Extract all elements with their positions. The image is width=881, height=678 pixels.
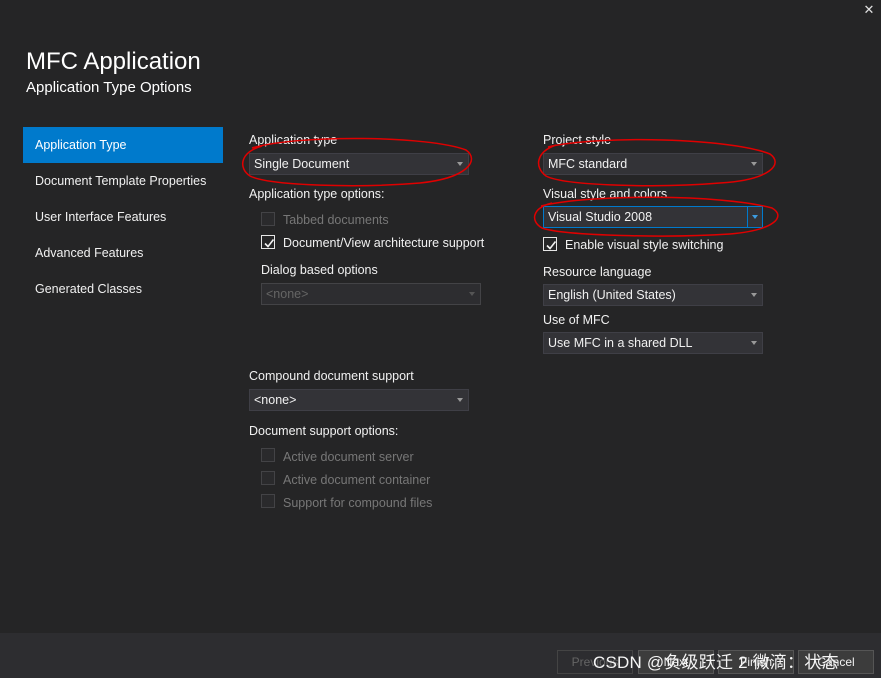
compound-document-support-select[interactable]: <none> (249, 389, 469, 411)
chevron-down-icon (751, 341, 757, 345)
application-type-value: Single Document (254, 157, 350, 171)
close-icon[interactable]: ✕ (861, 2, 877, 18)
chevron-down-icon (751, 293, 757, 297)
active-document-server-label: Active document server (283, 450, 414, 464)
nav-item-application-type[interactable]: Application Type (23, 127, 223, 163)
chevron-down-icon (752, 215, 758, 219)
application-type-label: Application type (249, 133, 338, 147)
page-subtitle: Application Type Options (26, 79, 192, 96)
active-document-server-checkbox[interactable] (261, 448, 275, 462)
enable-visual-style-switching-label: Enable visual style switching (565, 238, 724, 252)
chevron-down-icon (457, 162, 463, 166)
visual-style-select[interactable]: Visual Studio 2008 (543, 206, 763, 228)
chevron-down-icon (751, 162, 757, 166)
use-of-mfc-label: Use of MFC (543, 313, 610, 327)
dialog-based-options-label: Dialog based options (261, 263, 378, 277)
application-type-select[interactable]: Single Document (249, 153, 469, 175)
project-style-value: MFC standard (548, 157, 628, 171)
resource-language-label: Resource language (543, 265, 652, 279)
nav-item-document-template-properties[interactable]: Document Template Properties (23, 163, 223, 199)
resource-language-select[interactable]: English (United States) (543, 284, 763, 306)
dropdown-button[interactable] (747, 207, 762, 227)
doc-view-support-label: Document/View architecture support (283, 236, 485, 250)
resource-language-value: English (United States) (548, 288, 676, 302)
tabbed-documents-checkbox[interactable] (261, 212, 275, 226)
page-title: MFC Application (26, 48, 201, 75)
nav-item-advanced-features[interactable]: Advanced Features (23, 235, 223, 271)
document-support-options-label: Document support options: (249, 424, 399, 438)
compound-document-support-label: Compound document support (249, 369, 414, 383)
tabbed-documents-label: Tabbed documents (283, 213, 389, 227)
chevron-down-icon (469, 292, 475, 296)
project-style-select[interactable]: MFC standard (543, 153, 763, 175)
checkmark-icon (264, 239, 275, 248)
visual-style-value: Visual Studio 2008 (548, 210, 653, 224)
compound-files-checkbox[interactable] (261, 494, 275, 508)
application-type-options-label: Application type options: (249, 187, 385, 201)
dialog-based-options-select[interactable]: <none> (261, 283, 481, 305)
visual-style-label: Visual style and colors (543, 187, 668, 201)
watermark-text: CSDN @负级跃迁 2 微滴：状态 (593, 653, 839, 672)
dialog-based-options-value: <none> (266, 287, 309, 301)
doc-view-support-checkbox[interactable] (261, 235, 275, 249)
nav-item-generated-classes[interactable]: Generated Classes (23, 271, 223, 307)
active-document-container-label: Active document container (283, 473, 431, 487)
nav-item-user-interface-features[interactable]: User Interface Features (23, 199, 223, 235)
chevron-down-icon (457, 398, 463, 402)
checkmark-icon (546, 241, 557, 250)
compound-document-support-value: <none> (254, 393, 297, 407)
wizard-nav: Application Type Document Template Prope… (23, 127, 223, 307)
project-style-label: Project style (543, 133, 612, 147)
compound-files-label: Support for compound files (283, 496, 433, 510)
use-of-mfc-select[interactable]: Use MFC in a shared DLL (543, 332, 763, 354)
enable-visual-style-switching-checkbox[interactable] (543, 237, 557, 251)
active-document-container-checkbox[interactable] (261, 471, 275, 485)
use-of-mfc-value: Use MFC in a shared DLL (548, 336, 693, 350)
